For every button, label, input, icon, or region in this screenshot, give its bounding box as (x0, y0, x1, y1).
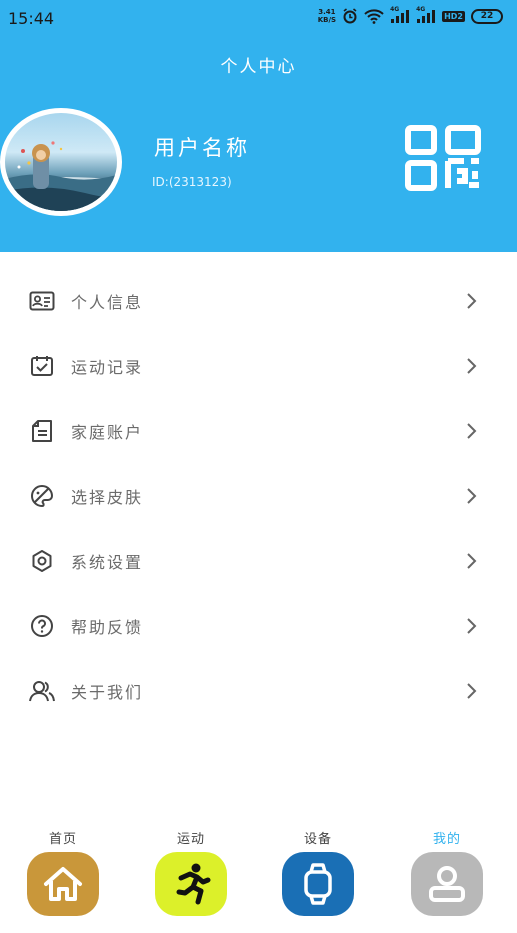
battery-level: 22 (480, 10, 494, 21)
document-icon (29, 418, 55, 444)
tab-device[interactable]: 设备 (268, 820, 368, 930)
tab-label: 我的 (432, 832, 461, 847)
net-speed: 3.41 KB/S (318, 8, 336, 24)
menu-item-family-account[interactable]: 家庭账户 (0, 398, 517, 463)
menu-item-help-feedback[interactable]: 帮助反馈 (0, 593, 517, 658)
gear-icon (29, 548, 55, 574)
chevron-right-icon (467, 552, 477, 569)
alarm-icon (343, 8, 357, 24)
signal-icon (417, 10, 436, 23)
status-time: 15:44 (8, 9, 55, 28)
chevron-right-icon (467, 292, 477, 309)
battery-icon: 22 (471, 8, 503, 24)
palette-icon (29, 483, 55, 509)
tab-exercise[interactable]: 运动 (141, 820, 241, 930)
chevron-right-icon (467, 357, 477, 374)
menu-item-label: 运动记录 (71, 357, 144, 377)
chevron-right-icon (467, 682, 477, 699)
signal-1: 4G (390, 6, 410, 24)
menu-item-label: 帮助反馈 (71, 617, 144, 637)
people-icon (29, 678, 55, 704)
menu-item-personal-info[interactable]: 个人信息 (0, 268, 517, 333)
menu-list: 个人信息 运动记录 家庭账户 选择皮肤 系统设置 帮助反馈 关于我们 (0, 268, 517, 723)
avatar[interactable] (0, 108, 122, 216)
net-speed-value: 3.41 (318, 8, 336, 16)
menu-item-choose-skin[interactable]: 选择皮肤 (0, 463, 517, 528)
tab-mine[interactable]: 我的 (397, 820, 497, 930)
menu-item-exercise-record[interactable]: 运动记录 (0, 333, 517, 398)
tab-label: 设备 (303, 832, 332, 847)
user-id: ID:(2313123) (152, 175, 232, 189)
chevron-right-icon (467, 487, 477, 504)
menu-item-about-us[interactable]: 关于我们 (0, 658, 517, 723)
home-icon (27, 852, 99, 916)
profile-header: 15:44 3.41 KB/S 4G 4G HD2 22 个人中心 用户名称 I… (0, 0, 517, 252)
wifi-icon (364, 9, 384, 24)
status-icons: 3.41 KB/S 4G 4G HD2 22 (318, 6, 503, 24)
menu-item-label: 关于我们 (71, 682, 144, 702)
signal-icon (391, 10, 410, 23)
id-card-icon (29, 288, 55, 314)
signal-2: 4G (416, 6, 436, 24)
help-circle-icon (29, 613, 55, 639)
page-title: 个人中心 (220, 57, 297, 77)
tab-label: 运动 (176, 832, 205, 847)
user-icon (411, 852, 483, 916)
menu-item-label: 系统设置 (71, 552, 144, 572)
calendar-check-icon (29, 353, 55, 379)
smartwatch-icon (282, 852, 354, 916)
menu-item-label: 个人信息 (71, 292, 144, 312)
chevron-right-icon (467, 422, 477, 439)
username: 用户名称 (154, 136, 250, 160)
avatar-photo (5, 141, 117, 211)
tab-home[interactable]: 首页 (13, 820, 113, 930)
running-man-icon (155, 852, 227, 916)
tab-label: 首页 (48, 832, 77, 847)
status-bar: 15:44 3.41 KB/S 4G 4G HD2 22 (0, 0, 517, 36)
chevron-right-icon (467, 617, 477, 634)
menu-item-label: 家庭账户 (71, 422, 144, 442)
menu-item-system-settings[interactable]: 系统设置 (0, 528, 517, 593)
net-speed-unit: KB/S (317, 16, 337, 24)
menu-item-label: 选择皮肤 (71, 487, 144, 507)
qr-code-icon[interactable] (405, 125, 481, 191)
bottom-tab-bar: 首页 运动 设备 我的 (0, 820, 517, 933)
network-badge: HD2 (442, 10, 465, 22)
